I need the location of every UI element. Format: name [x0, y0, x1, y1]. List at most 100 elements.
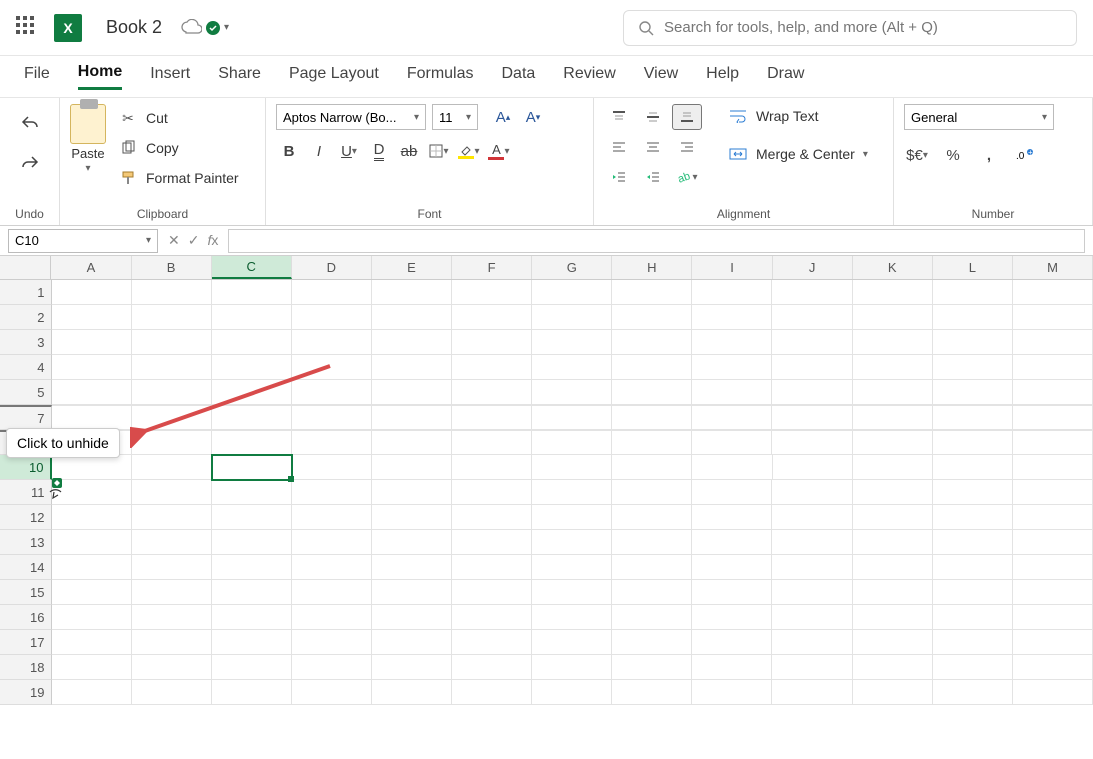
cell-F12[interactable]	[452, 505, 532, 530]
cell-J1[interactable]	[772, 280, 852, 305]
cell-L18[interactable]	[933, 655, 1013, 680]
column-header-B[interactable]: B	[132, 256, 212, 279]
cell-E11[interactable]	[372, 480, 452, 505]
cell-L11[interactable]	[933, 480, 1013, 505]
app-launcher-icon[interactable]	[16, 16, 40, 40]
cell-J10[interactable]	[773, 455, 853, 480]
cell-A19[interactable]	[52, 680, 132, 705]
cell-C15[interactable]	[212, 580, 292, 605]
cell-C14[interactable]	[212, 555, 292, 580]
row-header-13[interactable]: 13	[0, 530, 52, 555]
cell-D18[interactable]	[292, 655, 372, 680]
italic-button[interactable]: I	[306, 138, 332, 164]
cell-H19[interactable]	[612, 680, 692, 705]
cell-J16[interactable]	[772, 605, 852, 630]
cell-M15[interactable]	[1013, 580, 1093, 605]
tab-share[interactable]: Share	[218, 65, 261, 89]
cell-I16[interactable]	[692, 605, 772, 630]
tab-home[interactable]: Home	[78, 63, 122, 90]
cell-J12[interactable]	[772, 505, 852, 530]
accounting-format-button[interactable]: $€▾	[904, 142, 930, 168]
cell-M7[interactable]	[1013, 405, 1093, 430]
document-title[interactable]: Book 2	[106, 17, 162, 38]
cell-E5[interactable]	[372, 380, 452, 405]
borders-button[interactable]: ▾	[426, 138, 452, 164]
cell-G19[interactable]	[532, 680, 612, 705]
cell-F9[interactable]	[452, 430, 532, 455]
cell-B14[interactable]	[132, 555, 212, 580]
cell-I19[interactable]	[692, 680, 772, 705]
cell-G7[interactable]	[532, 405, 612, 430]
tab-help[interactable]: Help	[706, 65, 739, 89]
tab-formulas[interactable]: Formulas	[407, 65, 474, 89]
cell-D10[interactable]	[292, 455, 372, 480]
cell-E19[interactable]	[372, 680, 452, 705]
cell-C19[interactable]	[212, 680, 292, 705]
cell-B13[interactable]	[132, 530, 212, 555]
cell-F11[interactable]	[452, 480, 532, 505]
cell-F19[interactable]	[452, 680, 532, 705]
cell-B18[interactable]	[132, 655, 212, 680]
cell-F15[interactable]	[452, 580, 532, 605]
cell-H7[interactable]	[612, 405, 692, 430]
cell-F14[interactable]	[452, 555, 532, 580]
cell-I13[interactable]	[692, 530, 772, 555]
font-color-button[interactable]: A▾	[486, 138, 512, 164]
align-middle-button[interactable]	[638, 104, 668, 130]
cell-A5[interactable]	[52, 380, 132, 405]
cell-M16[interactable]	[1013, 605, 1093, 630]
cell-H11[interactable]	[612, 480, 692, 505]
cell-C12[interactable]	[212, 505, 292, 530]
cell-J17[interactable]	[772, 630, 852, 655]
cell-F13[interactable]	[452, 530, 532, 555]
cell-H4[interactable]	[612, 355, 692, 380]
cell-A10[interactable]	[52, 455, 132, 480]
cell-K17[interactable]	[853, 630, 933, 655]
cell-H14[interactable]	[612, 555, 692, 580]
cell-C3[interactable]	[212, 330, 292, 355]
copy-button[interactable]: Copy	[114, 136, 243, 160]
cell-F17[interactable]	[452, 630, 532, 655]
search-input[interactable]	[664, 19, 1062, 36]
cell-L16[interactable]	[933, 605, 1013, 630]
cell-A14[interactable]	[52, 555, 132, 580]
cell-A17[interactable]	[52, 630, 132, 655]
select-all-corner[interactable]	[0, 256, 51, 279]
cell-G5[interactable]	[532, 380, 612, 405]
column-header-C[interactable]: C	[212, 256, 292, 279]
cell-K19[interactable]	[853, 680, 933, 705]
formula-input[interactable]	[228, 229, 1085, 253]
font-size-combo[interactable]: 11▾	[432, 104, 478, 130]
tab-file[interactable]: File	[24, 65, 50, 89]
cell-G12[interactable]	[532, 505, 612, 530]
underline-button[interactable]: U▾	[336, 138, 362, 164]
row-header-12[interactable]: 12	[0, 505, 52, 530]
search-box[interactable]	[623, 10, 1077, 46]
cell-B12[interactable]	[132, 505, 212, 530]
cell-I14[interactable]	[692, 555, 772, 580]
cell-M13[interactable]	[1013, 530, 1093, 555]
cell-D4[interactable]	[292, 355, 372, 380]
cell-B5[interactable]	[132, 380, 212, 405]
font-name-combo[interactable]: Aptos Narrow (Bo...▾	[276, 104, 426, 130]
cell-G14[interactable]	[532, 555, 612, 580]
wrap-text-button[interactable]: Wrap Text	[724, 104, 872, 128]
cell-E13[interactable]	[372, 530, 452, 555]
cell-J3[interactable]	[772, 330, 852, 355]
cell-K5[interactable]	[853, 380, 933, 405]
cell-K2[interactable]	[853, 305, 933, 330]
cell-E16[interactable]	[372, 605, 452, 630]
strikethrough-button[interactable]: ab	[396, 138, 422, 164]
cell-K4[interactable]	[853, 355, 933, 380]
decrease-indent-button[interactable]	[604, 164, 634, 190]
row-header-15[interactable]: 15	[0, 580, 52, 605]
cell-G11[interactable]	[532, 480, 612, 505]
cell-I17[interactable]	[692, 630, 772, 655]
cell-I2[interactable]	[692, 305, 772, 330]
column-header-H[interactable]: H	[612, 256, 692, 279]
cell-K1[interactable]	[853, 280, 933, 305]
cell-E3[interactable]	[372, 330, 452, 355]
cell-I7[interactable]	[692, 405, 772, 430]
cell-B16[interactable]	[132, 605, 212, 630]
cell-E15[interactable]	[372, 580, 452, 605]
